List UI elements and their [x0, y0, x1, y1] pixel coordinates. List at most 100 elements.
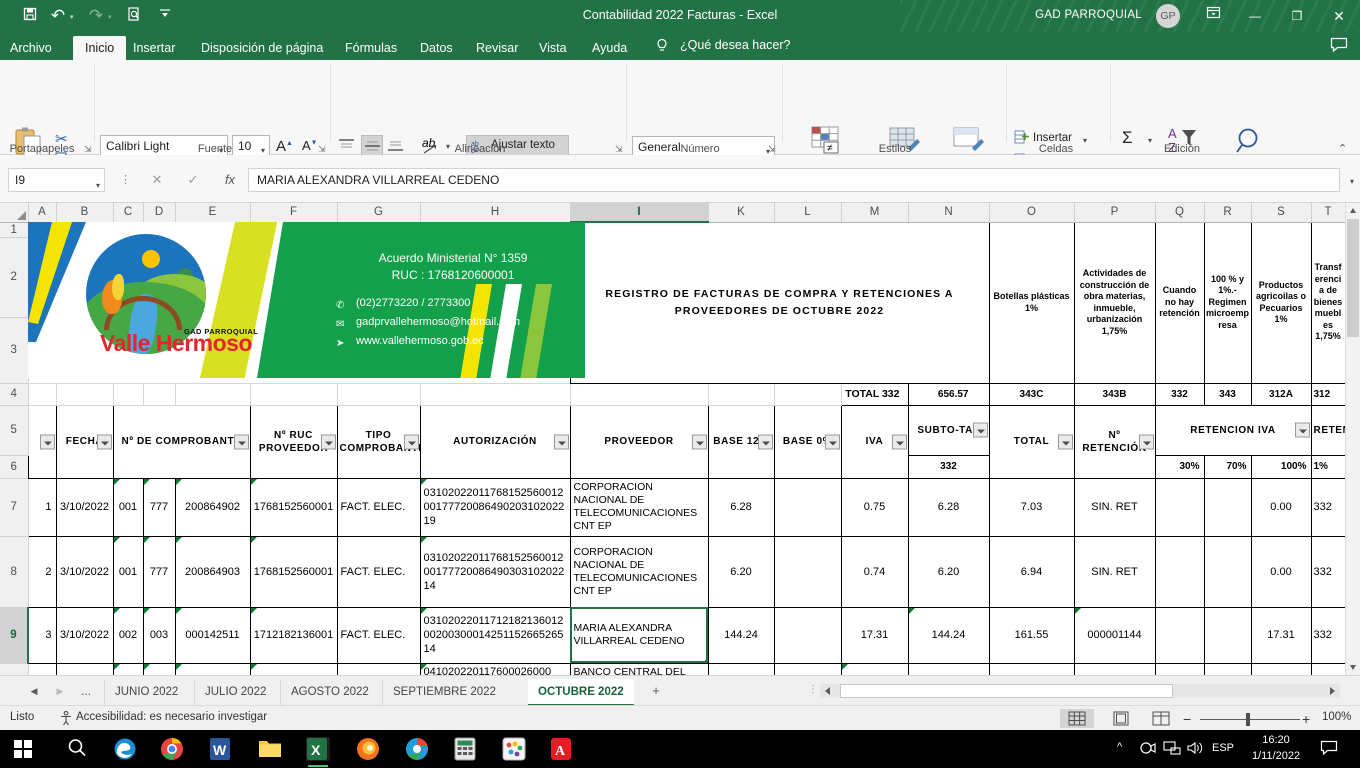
redo-dropdown-icon[interactable]: ▾ — [108, 13, 112, 21]
cell-d4[interactable] — [143, 383, 175, 405]
column-header-n[interactable]: N — [908, 203, 989, 222]
horizontal-scrollbar-thumb[interactable] — [840, 684, 1173, 698]
tell-me-box[interactable]: ¿Qué desea hacer? — [680, 38, 791, 52]
cell-iva[interactable] — [841, 663, 908, 675]
comments-icon[interactable] — [1330, 37, 1348, 60]
tab-revisar[interactable]: Revisar — [476, 37, 518, 60]
file-explorer-icon[interactable] — [258, 737, 282, 761]
cell-total-subtotal[interactable]: 656.57 — [908, 383, 989, 405]
show-hidden-icons-button[interactable]: ^ — [1117, 741, 1122, 753]
column-header-k[interactable]: K — [708, 203, 774, 222]
horizontal-scrollbar[interactable] — [820, 684, 1340, 698]
filter-dropdown-icon[interactable] — [97, 434, 112, 449]
cell-b4[interactable] — [56, 383, 113, 405]
column-header-t[interactable]: T — [1311, 203, 1345, 222]
confirm-edit-icon[interactable]: ✓ — [179, 168, 207, 192]
cell-establecimiento[interactable]: 002 — [113, 607, 143, 663]
cell-retencion-70[interactable]: 70% — [1204, 455, 1251, 478]
column-header-p[interactable]: P — [1074, 203, 1155, 222]
name-box[interactable]: I9 ▾ — [8, 168, 105, 192]
camera-icon[interactable] — [1139, 740, 1157, 759]
increase-font-size-icon[interactable]: A▲ — [276, 138, 293, 155]
header-numero-comprobante[interactable]: Nº DE COMPROBANTE — [113, 405, 250, 478]
header-retencion-iva[interactable]: RETENCION IVA — [1155, 405, 1311, 455]
scroll-left-button[interactable] — [820, 684, 835, 698]
split-handle[interactable]: ⋮ — [808, 684, 814, 698]
number-dialog-launcher-icon[interactable]: ⇲ — [768, 144, 779, 155]
header-total[interactable]: TOTAL — [989, 405, 1074, 478]
column-header-c[interactable]: C — [113, 203, 143, 222]
table-row[interactable]: 9 3 3/10/2022 002 003 000142511 17121821… — [0, 607, 1345, 663]
notifications-icon[interactable] — [1320, 740, 1338, 759]
column-header-r[interactable]: R — [1204, 203, 1251, 222]
header-transferencia-bienes[interactable]: Transferencia de bienes muebles 1,75% — [1311, 222, 1345, 383]
zoom-slider-track[interactable] — [1200, 719, 1300, 720]
cell-retencion-30[interactable] — [1155, 536, 1204, 607]
cell-subtotal[interactable]: 6.28 — [908, 478, 989, 536]
font-dialog-launcher-icon[interactable]: ⇲ — [318, 144, 329, 155]
search-icon[interactable] — [66, 737, 90, 761]
lightbulb-icon[interactable] — [654, 37, 670, 60]
cell-k4[interactable] — [708, 383, 774, 405]
cell-f4[interactable] — [250, 383, 337, 405]
cell-fecha[interactable]: 3/10/2022 — [56, 478, 113, 536]
autosum-icon[interactable]: Σ — [1122, 128, 1133, 148]
filter-dropdown-icon[interactable] — [40, 434, 55, 449]
tab-datos[interactable]: Datos — [420, 37, 453, 60]
header-subtotal[interactable]: SUBTO-TAL — [908, 405, 989, 455]
filter-dropdown-icon[interactable] — [692, 434, 707, 449]
active-cell-proveedor[interactable]: MARIA ALEXANDRA VILLARREAL CEDENO — [570, 607, 708, 663]
filter-dropdown-icon[interactable] — [554, 434, 569, 449]
cell-retencion-70[interactable] — [1204, 607, 1251, 663]
cell-code-343b[interactable]: 343B — [1074, 383, 1155, 405]
header-fecha[interactable]: FECHA — [56, 405, 113, 478]
sheet-tab-octubre[interactable]: OCTUBRE 2022 — [528, 679, 634, 706]
all-sheets-button[interactable]: ... — [78, 684, 94, 698]
name-box-chevron-icon[interactable]: ▾ — [96, 175, 100, 197]
cell-ruc-proveedor[interactable]: 1768152560001 — [250, 536, 337, 607]
cell-i4[interactable] — [570, 383, 708, 405]
insert-function-icon[interactable]: fx — [216, 168, 244, 192]
tab-insertar[interactable]: Insertar — [133, 37, 175, 60]
cell-total[interactable]: 161.55 — [989, 607, 1074, 663]
filter-dropdown-icon[interactable] — [825, 434, 840, 449]
cell-numero-retencion[interactable]: SIN. RET — [1074, 536, 1155, 607]
row-header-7[interactable]: 7 — [0, 478, 28, 536]
header-base-12[interactable]: BASE 12% — [708, 405, 774, 478]
cell-establecimiento[interactable]: 001 — [113, 536, 143, 607]
cell-subtotal-code[interactable]: 332 — [908, 455, 989, 478]
filter-dropdown-icon[interactable] — [1295, 423, 1310, 438]
cell-retencion-30[interactable] — [1155, 607, 1204, 663]
cell-autorizacion[interactable]: 0310202201176815256001200177720086490303… — [420, 536, 570, 607]
scroll-up-button[interactable] — [1346, 203, 1360, 218]
minimize-button[interactable]: — — [1234, 0, 1276, 32]
cell-establecimiento[interactable]: 001 — [113, 478, 143, 536]
cell-punto-emision[interactable] — [143, 663, 175, 675]
cell-retencion-100[interactable]: 0.00 — [1251, 536, 1311, 607]
cell-retencion-fuente[interactable]: 332 — [1311, 607, 1345, 663]
previous-sheet-button[interactable]: ◀ — [26, 684, 42, 698]
cell-retencion-fuente[interactable] — [1311, 663, 1345, 675]
header-cuando-no-hay-retencion[interactable]: Cuando no hay retención — [1155, 222, 1204, 383]
filter-dropdown-icon[interactable] — [973, 423, 988, 438]
cell-item-number[interactable]: 3 — [28, 607, 56, 663]
column-header-d[interactable]: D — [143, 203, 175, 222]
scroll-down-button[interactable] — [1346, 660, 1360, 675]
excel-icon[interactable]: X — [306, 737, 330, 761]
cell-h4[interactable] — [420, 383, 570, 405]
close-button[interactable]: ✕ — [1318, 0, 1360, 32]
row-header-3[interactable]: 3 — [0, 317, 28, 383]
sheet-tab-junio[interactable]: JUNIO 2022 — [104, 680, 188, 705]
clock-time[interactable]: 16:20 — [1246, 734, 1306, 746]
cell-base-0[interactable] — [774, 607, 841, 663]
tab-inicio[interactable]: Inicio — [73, 36, 126, 60]
cell-l4[interactable] — [774, 383, 841, 405]
column-header-f[interactable]: F — [250, 203, 337, 222]
tab-formulas[interactable]: Fórmulas — [345, 37, 397, 60]
cell-punto-emision[interactable]: 777 — [143, 536, 175, 607]
paint-icon[interactable] — [502, 737, 526, 761]
cell-subtotal[interactable] — [908, 663, 989, 675]
cell-proveedor[interactable]: BANCO CENTRAL DEL — [570, 663, 708, 675]
vertical-scrollbar[interactable] — [1345, 203, 1360, 675]
column-header-i[interactable]: I — [570, 203, 708, 222]
